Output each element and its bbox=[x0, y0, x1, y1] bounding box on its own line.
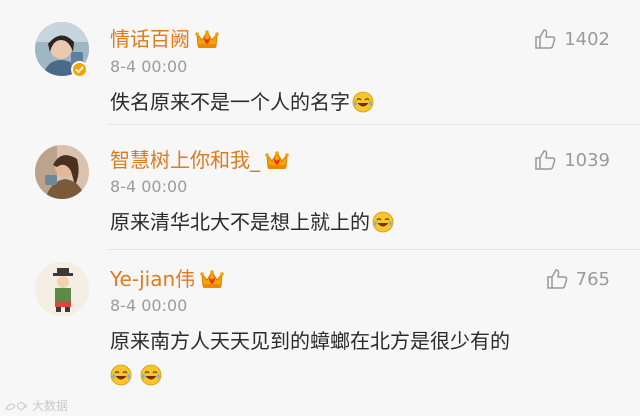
crown-badge-icon bbox=[264, 149, 290, 171]
laugh-cry-emoji-icon bbox=[352, 91, 374, 113]
like-button[interactable]: 1039 bbox=[534, 147, 610, 173]
avatar[interactable] bbox=[35, 262, 89, 316]
like-button[interactable]: 1402 bbox=[534, 26, 610, 52]
comment-date: 8-4 00:00 bbox=[110, 57, 188, 76]
comment-item: 情话百阙 8-4 00:00 佚名原来不是一个人的名字 1402 bbox=[0, 0, 640, 125]
like-count: 765 bbox=[575, 268, 610, 290]
comment-item: Ye-jian伟 8-4 00:00 原来南方人天天见到的蟑螂在北方是很少有的 bbox=[0, 250, 640, 416]
username[interactable]: 情话百阙 bbox=[110, 26, 220, 52]
thumbs-up-icon[interactable] bbox=[546, 268, 568, 290]
like-button[interactable]: 765 bbox=[546, 266, 610, 292]
username-text[interactable]: Ye-jian伟 bbox=[110, 267, 195, 291]
comment-list: 情话百阙 8-4 00:00 佚名原来不是一个人的名字 1402 智慧树上你和我… bbox=[0, 0, 640, 416]
like-count: 1402 bbox=[564, 28, 610, 50]
comment-text-body: 原来清华北大不是想上就上的 bbox=[110, 210, 370, 234]
thumbs-up-icon[interactable] bbox=[534, 28, 556, 50]
username[interactable]: Ye-jian伟 bbox=[110, 266, 225, 292]
crown-badge-icon bbox=[199, 268, 225, 290]
avatar[interactable] bbox=[35, 145, 89, 199]
comment-text-body: 原来南方人天天见到的蟑螂在北方是很少有的 bbox=[110, 329, 510, 353]
watermark-logo-icon bbox=[4, 399, 30, 413]
comment-date: 8-4 00:00 bbox=[110, 177, 188, 196]
watermark: 大数据 bbox=[4, 397, 68, 414]
crown-badge-icon bbox=[194, 28, 220, 50]
laugh-cry-emoji-icon bbox=[110, 364, 132, 386]
watermark-text: 大数据 bbox=[32, 399, 69, 413]
username[interactable]: 智慧树上你和我_ bbox=[110, 147, 290, 173]
thumbs-up-icon[interactable] bbox=[534, 149, 556, 171]
username-text[interactable]: 智慧树上你和我_ bbox=[110, 148, 260, 172]
username-text[interactable]: 情话百阙 bbox=[110, 27, 190, 51]
comment-text: 佚名原来不是一个人的名字 bbox=[110, 88, 374, 116]
comment-date: 8-4 00:00 bbox=[110, 296, 188, 315]
comment-text: 原来南方人天天见到的蟑螂在北方是很少有的 bbox=[110, 327, 510, 355]
laugh-cry-emoji-icon bbox=[140, 364, 162, 386]
emoji-row bbox=[110, 364, 170, 390]
comment-item: 智慧树上你和我_ 8-4 00:00 原来清华北大不是想上就上的 1039 bbox=[0, 125, 640, 250]
comment-text-body: 佚名原来不是一个人的名字 bbox=[110, 90, 350, 114]
verified-badge-icon bbox=[71, 61, 88, 78]
comment-text: 原来清华北大不是想上就上的 bbox=[110, 208, 394, 236]
laugh-cry-emoji-icon bbox=[372, 211, 394, 233]
like-count: 1039 bbox=[564, 149, 610, 171]
